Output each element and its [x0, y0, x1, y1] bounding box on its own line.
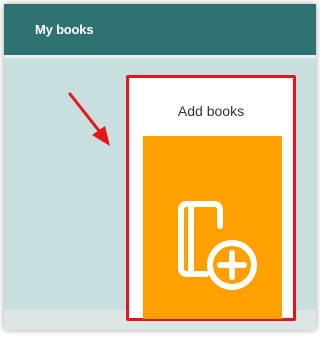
add-books-label: Add books [177, 103, 245, 119]
app-window: My books Add books [4, 4, 316, 330]
header-bar: My books [4, 4, 316, 58]
add-books-card[interactable]: Add books [126, 75, 296, 321]
book-add-icon [178, 201, 257, 290]
add-books-tile[interactable] [143, 136, 282, 319]
red-arrow-icon [68, 92, 110, 146]
page-title: My books [35, 22, 94, 37]
